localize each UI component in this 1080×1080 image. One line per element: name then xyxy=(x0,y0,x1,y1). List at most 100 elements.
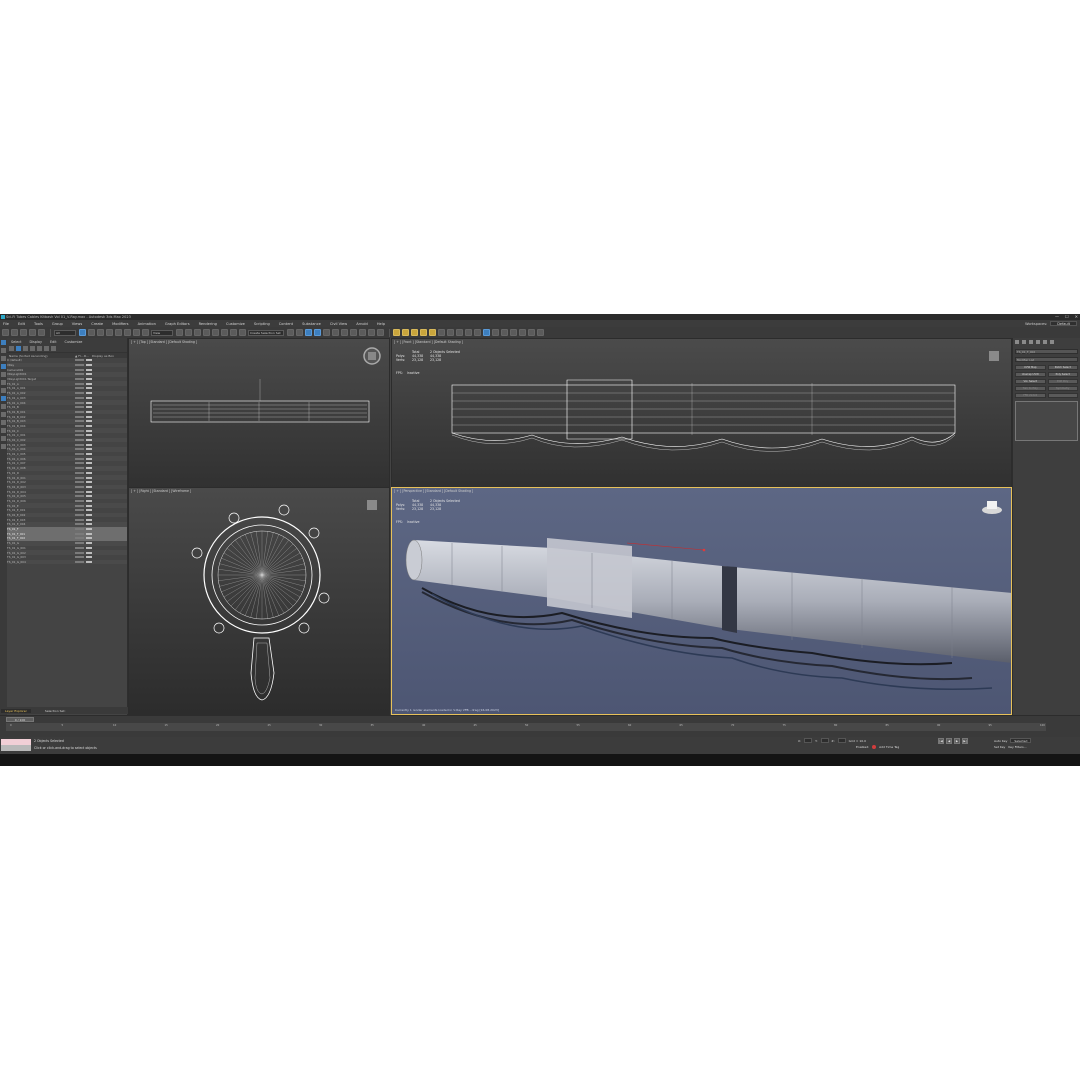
unlink-icon[interactable] xyxy=(29,329,36,336)
menu-edit[interactable]: Edit xyxy=(18,322,25,326)
render-toggle-icon[interactable] xyxy=(86,424,92,427)
modifier-button[interactable]: Patch Select xyxy=(1047,365,1078,370)
groups-icon[interactable] xyxy=(1,404,6,409)
freeze-toggle-icon[interactable] xyxy=(75,415,84,418)
modifier-button[interactable]: Turn to Poly xyxy=(1015,386,1046,391)
undo-icon[interactable] xyxy=(2,329,9,336)
explorer-menu-display[interactable]: Display xyxy=(29,340,42,344)
move-icon[interactable] xyxy=(115,329,122,336)
rendered-frame-window-icon[interactable] xyxy=(368,329,375,336)
maximize-button[interactable]: ☐ xyxy=(1065,314,1069,319)
column-display-as-box[interactable]: Display as Box xyxy=(92,354,114,358)
freeze-toggle-icon[interactable] xyxy=(75,420,84,423)
pivot-center-icon[interactable] xyxy=(176,329,183,336)
record-icon[interactable] xyxy=(872,745,877,749)
render-toggle-icon[interactable] xyxy=(86,359,92,362)
manipulate-icon[interactable] xyxy=(185,329,192,336)
freeze-toggle-icon[interactable] xyxy=(75,401,84,404)
freeze-toggle-icon[interactable] xyxy=(75,476,84,479)
modifier-button[interactable]: Symmetry xyxy=(1047,386,1078,391)
freeze-toggle-icon[interactable] xyxy=(75,556,84,559)
box-icon[interactable] xyxy=(411,329,418,336)
menu-group[interactable]: Group xyxy=(52,322,63,326)
lights-icon[interactable] xyxy=(1,356,6,361)
select-icon[interactable] xyxy=(1,340,6,345)
vray-sun-icon[interactable] xyxy=(447,329,454,336)
render-toggle-icon[interactable] xyxy=(86,387,92,390)
reference-coordinate-select[interactable]: View xyxy=(151,329,173,336)
modifier-stack[interactable] xyxy=(1015,401,1078,441)
z-field[interactable] xyxy=(837,738,846,743)
menu-views[interactable]: Views xyxy=(72,322,82,326)
vray-material-icon[interactable] xyxy=(519,329,526,336)
explorer-menu-select[interactable]: Select xyxy=(11,340,21,344)
viewport-right[interactable]: [ + ] [Right ] [Standard ] [Wireframe ] xyxy=(128,487,390,715)
spinner-snap-icon[interactable] xyxy=(230,329,237,336)
render-toggle-icon[interactable] xyxy=(86,392,92,395)
goto-start-icon[interactable]: |◀ xyxy=(938,738,944,744)
freeze-toggle-icon[interactable] xyxy=(75,406,84,409)
filter-icon[interactable] xyxy=(1,348,6,353)
freeze-toggle-icon[interactable] xyxy=(75,392,84,395)
bind-space-warp-icon[interactable] xyxy=(38,329,45,336)
hidden-icon[interactable] xyxy=(1,444,6,449)
explorer-menu-edit[interactable]: Edit xyxy=(50,340,57,344)
create-tab-icon[interactable] xyxy=(1015,340,1019,344)
freeze-toggle-icon[interactable] xyxy=(75,453,84,456)
render-toggle-icon[interactable] xyxy=(86,467,92,470)
render-toggle-icon[interactable] xyxy=(86,485,92,488)
render-toggle-icon[interactable] xyxy=(86,542,92,545)
modifier-button[interactable]: Vol. Select xyxy=(1015,379,1046,384)
render-toggle-icon[interactable] xyxy=(86,382,92,385)
freeze-toggle-icon[interactable] xyxy=(75,542,84,545)
keyboard-shortcut-icon[interactable] xyxy=(194,329,201,336)
modifier-button[interactable]: FFD 2x2x2 xyxy=(1015,393,1046,398)
render-toggle-icon[interactable] xyxy=(86,429,92,432)
containers-icon[interactable] xyxy=(1,428,6,433)
teapot-icon[interactable] xyxy=(393,329,400,336)
new-layer-icon[interactable] xyxy=(44,346,49,351)
window-crossing-icon[interactable] xyxy=(106,329,113,336)
redo-icon[interactable] xyxy=(11,329,18,336)
vray-render-icon[interactable] xyxy=(492,329,499,336)
time-slider[interactable]: 0 / 100 xyxy=(6,717,34,722)
vray-fur-icon[interactable] xyxy=(465,329,472,336)
freeze-toggle-icon[interactable] xyxy=(75,359,84,362)
render-toggle-icon[interactable] xyxy=(86,514,92,517)
render-toggle-icon[interactable] xyxy=(86,410,92,413)
auto-key-button[interactable]: Auto Key xyxy=(994,739,1007,743)
freeze-toggle-icon[interactable] xyxy=(75,378,84,381)
vray-proxy-icon[interactable] xyxy=(456,329,463,336)
freeze-toggle-icon[interactable] xyxy=(75,387,84,390)
menu-help[interactable]: Help xyxy=(377,322,385,326)
workspace-select[interactable]: Default xyxy=(1050,321,1077,326)
freeze-toggle-icon[interactable] xyxy=(75,495,84,498)
key-filters-button[interactable]: Key Filters... xyxy=(1008,745,1026,749)
freeze-toggle-icon[interactable] xyxy=(75,546,84,549)
menu-graph-editors[interactable]: Graph Editors xyxy=(165,322,190,326)
layer-icon[interactable] xyxy=(30,346,35,351)
selection-filter-select[interactable]: All xyxy=(54,329,76,336)
render-toggle-icon[interactable] xyxy=(86,504,92,507)
freeze-toggle-icon[interactable] xyxy=(75,481,84,484)
play-icon[interactable]: ▶ xyxy=(954,738,960,744)
viewport-front[interactable]: [ + ] [Front ] [Standard ] [Default Shad… xyxy=(391,338,1012,501)
help-icon[interactable] xyxy=(537,329,544,336)
toggle-scene-explorer-icon[interactable] xyxy=(305,329,312,336)
render-toggle-icon[interactable] xyxy=(86,471,92,474)
viewport-top[interactable]: [ + ] [Top ] [Standard ] [Default Shadin… xyxy=(128,338,390,501)
freeze-toggle-icon[interactable] xyxy=(75,457,84,460)
render-setup-icon[interactable] xyxy=(359,329,366,336)
menu-rendering[interactable]: Rendering xyxy=(199,322,217,326)
x-field[interactable] xyxy=(804,738,813,743)
scale-icon[interactable] xyxy=(133,329,140,336)
render-toggle-icon[interactable] xyxy=(86,378,92,381)
rotate-icon[interactable] xyxy=(124,329,131,336)
menu-create[interactable]: Create xyxy=(91,322,103,326)
curve-editor-icon[interactable] xyxy=(332,329,339,336)
freeze-toggle-icon[interactable] xyxy=(75,490,84,493)
menu-substance[interactable]: Substance xyxy=(302,322,321,326)
freeze-toggle-icon[interactable] xyxy=(75,467,84,470)
freeze-toggle-icon[interactable] xyxy=(75,551,84,554)
render-toggle-icon[interactable] xyxy=(86,462,92,465)
